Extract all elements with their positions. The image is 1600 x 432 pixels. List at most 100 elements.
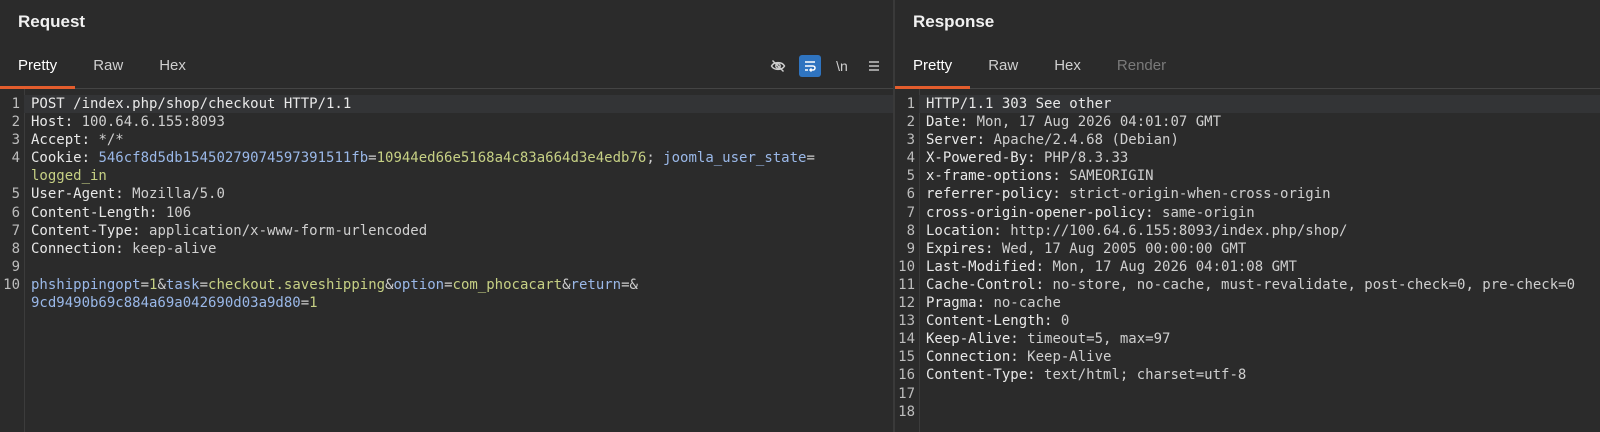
- request-tab-pretty[interactable]: Pretty: [0, 44, 76, 89]
- request-code-line: 2 Host: 100.64.6.155:8093: [0, 113, 893, 131]
- request-line-number: 10: [3, 276, 20, 293]
- request-tab-hex[interactable]: Hex: [141, 44, 204, 88]
- token: Mon, 17 Aug 2026 04:01:07 GMT: [976, 114, 1222, 131]
- token: no-cache: [993, 295, 1061, 312]
- response-code-line: 17: [895, 385, 1600, 403]
- token: Content-Type:: [926, 367, 1045, 384]
- response-line-content: Server: Apache/2.4.68 (Debian): [919, 131, 1600, 149]
- token: phshippingopt: [31, 276, 141, 293]
- request-code-line: 1 POST /index.php/shop/checkout HTTP/1.1: [0, 95, 893, 114]
- response-line-number: 15: [898, 349, 915, 366]
- response-editor[interactable]: 1 HTTP/1.1 303 See other 2 Date: Mon, 17 Au…: [895, 89, 1600, 432]
- response-line-content: cross-origin-opener-policy: same-origin: [919, 204, 1600, 222]
- token: Accept:: [31, 132, 99, 149]
- token: Cache-Control:: [926, 276, 1053, 293]
- response-line-number: 2: [906, 114, 915, 131]
- response-tab-hex[interactable]: Hex: [1036, 44, 1099, 88]
- token: Pragma:: [926, 295, 994, 312]
- token: &: [385, 276, 394, 293]
- request-code-line: 8 Connection: keep-alive: [0, 240, 893, 258]
- token: referrer-policy:: [926, 186, 1070, 203]
- request-line-content: logged_in: [24, 167, 893, 185]
- response-tab-pretty[interactable]: Pretty: [895, 44, 971, 89]
- token: logged_in: [31, 168, 107, 185]
- response-code-line: 14 Keep-Alive: timeout=5, max=97: [895, 330, 1600, 348]
- response-line-content: [919, 403, 1600, 421]
- response-code-line: 4 X-Powered-By: PHP/8.3.33: [895, 149, 1600, 167]
- request-toolbar: \n: [767, 44, 885, 88]
- request-line-number: 7: [11, 222, 20, 239]
- token: Date:: [926, 114, 977, 131]
- token: Connection:: [31, 240, 133, 257]
- response-code-line: 16 Content-Type: text/html; charset=utf-8: [895, 366, 1600, 384]
- request-tab-raw[interactable]: Raw: [75, 44, 141, 88]
- response-line-content: Last-Modified: Mon, 17 Aug 2026 04:01:08…: [919, 258, 1600, 276]
- response-line-content: referrer-policy: strict-origin-when-cros…: [919, 185, 1600, 203]
- response-code-line: 12 Pragma: no-cache: [895, 294, 1600, 312]
- request-code-line: 10 phshippingopt=1&task=checkout.saveship…: [0, 276, 893, 294]
- response-line-content: Content-Type: text/html; charset=utf-8: [919, 366, 1600, 384]
- request-line-content: 9cd9490b69c884a69a042690d03a9d80=1: [24, 294, 893, 312]
- eye-slash-icon[interactable]: [767, 55, 789, 77]
- response-line-number: 7: [906, 204, 915, 221]
- token: 100.64.6.155:8093: [81, 114, 225, 131]
- request-lines: 1 POST /index.php/shop/checkout HTTP/1.1 2…: [0, 95, 893, 312]
- token: Server:: [926, 132, 994, 149]
- response-line-content: Content-Length: 0: [919, 312, 1600, 330]
- response-tab-raw[interactable]: Raw: [970, 44, 1036, 88]
- token: Cookie:: [31, 150, 99, 167]
- token: ;: [646, 150, 664, 167]
- token: 10944ed66e5168a4c83a664d3e4edb76: [376, 150, 647, 167]
- request-line-number: 3: [11, 132, 20, 149]
- request-line-number: 4: [11, 150, 20, 167]
- response-code-line: 18: [895, 403, 1600, 421]
- token: return: [570, 276, 622, 293]
- wrap-lines-icon[interactable]: [799, 55, 821, 77]
- request-line-content: Content-Length: 106: [24, 204, 893, 222]
- response-line-number: 3: [906, 132, 915, 149]
- token: Keep-Alive:: [926, 331, 1028, 348]
- request-line-number: 8: [11, 240, 20, 257]
- request-code-line: 9cd9490b69c884a69a042690d03a9d80=1: [0, 294, 893, 312]
- response-line-number: 16: [898, 367, 915, 384]
- newline-toggle-icon[interactable]: \n: [831, 55, 853, 77]
- token: option: [393, 276, 445, 293]
- token: same-origin: [1162, 204, 1255, 221]
- token: */*: [98, 132, 124, 149]
- response-title: Response: [913, 12, 995, 31]
- request-line-content: phshippingopt=1&task=checkout.saveshippi…: [24, 276, 893, 294]
- token: strict-origin-when-cross-origin: [1069, 186, 1331, 203]
- response-line-number: 11: [898, 276, 915, 293]
- token: 0: [1060, 313, 1070, 330]
- token: =&: [621, 276, 638, 293]
- token: 106: [165, 204, 192, 221]
- token: &: [157, 276, 166, 293]
- token: 1: [309, 295, 318, 312]
- response-line-content: X-Powered-By: PHP/8.3.33: [919, 149, 1600, 167]
- response-tab-render[interactable]: Render: [1099, 44, 1184, 88]
- token: text/html; charset=utf-8: [1044, 367, 1247, 384]
- response-code-line: 8 Location: http://100.64.6.155:8093/inde…: [895, 222, 1600, 240]
- response-line-content: x-frame-options: SAMEORIGIN: [919, 167, 1600, 185]
- token: =: [199, 276, 209, 293]
- response-code-line: 3 Server: Apache/2.4.68 (Debian): [895, 131, 1600, 149]
- token: x-frame-options:: [926, 168, 1070, 185]
- request-editor[interactable]: 1 POST /index.php/shop/checkout HTTP/1.1 2…: [0, 89, 893, 432]
- request-code-line: 9: [0, 258, 893, 276]
- response-line-number: 10: [898, 258, 915, 275]
- response-code-line: 5 x-frame-options: SAMEORIGIN: [895, 167, 1600, 185]
- request-code-line: 6 Content-Length: 106: [0, 204, 893, 222]
- token: POST /index.php/shop/checkout HTTP/1.1: [31, 96, 352, 112]
- request-line-content: Host: 100.64.6.155:8093: [24, 113, 893, 131]
- token: =: [300, 295, 310, 312]
- response-code-line: 2 Date: Mon, 17 Aug 2026 04:01:07 GMT: [895, 113, 1600, 131]
- token: Wed, 17 Aug 2005 00:00:00 GMT: [1001, 240, 1247, 257]
- token: timeout=5, max=97: [1027, 331, 1171, 348]
- request-line-content: Connection: keep-alive: [24, 240, 893, 258]
- token: Expires:: [926, 240, 1002, 257]
- response-code-line: 9 Expires: Wed, 17 Aug 2005 00:00:00 GMT: [895, 240, 1600, 258]
- request-line-content: [24, 258, 893, 276]
- menu-icon[interactable]: [863, 55, 885, 77]
- request-code-line: 7 Content-Type: application/x-www-form-ur…: [0, 222, 893, 240]
- request-code-line: 4 Cookie: 546cf8d5db15450279074597391511f…: [0, 149, 893, 167]
